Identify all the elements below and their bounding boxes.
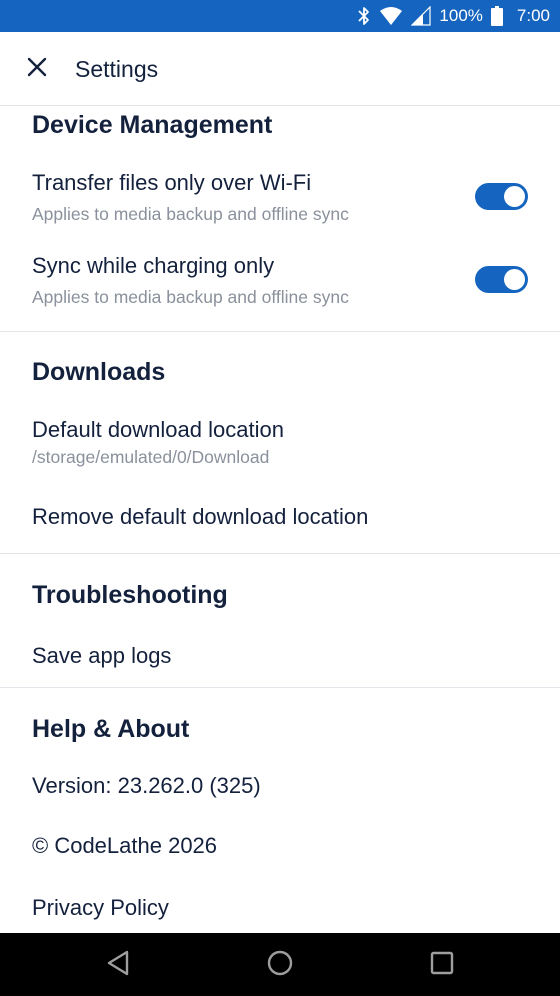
back-icon [105, 949, 131, 982]
signal-icon [411, 6, 432, 26]
setting-remove-default-location[interactable]: Remove default download location [0, 497, 560, 537]
section-header-device-management: Device Management [32, 111, 273, 139]
close-button[interactable] [16, 48, 58, 90]
setting-wifi-only[interactable]: Transfer files only over Wi-Fi Applies t… [0, 159, 560, 237]
battery-icon [490, 6, 503, 26]
setting-title: Save app logs [32, 643, 172, 668]
app-bar: Settings [0, 32, 560, 106]
setting-save-app-logs[interactable]: Save app logs [0, 636, 560, 676]
back-button[interactable] [100, 947, 136, 983]
section-header-downloads: Downloads [32, 358, 166, 386]
status-bar: 100% 7:00 [0, 0, 560, 32]
download-path: /storage/emulated/0/Download [32, 447, 270, 467]
close-icon [27, 57, 47, 82]
navigation-bar [0, 933, 560, 996]
battery-percent: 100% [439, 6, 483, 25]
version-text: Version: 23.262.0 (325) [32, 773, 261, 798]
setting-title: Sync while charging only [32, 253, 275, 278]
setting-title: Transfer files only over Wi-Fi [32, 170, 312, 195]
toggle-knob [504, 186, 525, 207]
status-icons: 100% 7:00 [357, 0, 550, 32]
toggle-knob [504, 269, 525, 290]
divider [0, 553, 560, 554]
settings-list[interactable]: Device Management Transfer files only ov… [0, 107, 560, 933]
setting-subtitle: Applies to media backup and offline sync [32, 204, 349, 224]
page-title: Settings [75, 56, 159, 82]
recents-icon [430, 951, 454, 980]
recents-button[interactable] [424, 947, 460, 983]
bluetooth-icon [357, 6, 371, 26]
home-button[interactable] [262, 947, 298, 983]
privacy-policy-link[interactable]: Privacy Policy [0, 887, 560, 931]
setting-title: Remove default download location [32, 504, 369, 529]
wifi-only-toggle[interactable] [475, 183, 528, 210]
setting-title: Default download location [32, 417, 284, 442]
section-header-help-about: Help & About [32, 715, 190, 743]
section-header-troubleshooting: Troubleshooting [32, 581, 228, 609]
setting-title: Privacy Policy [32, 895, 169, 920]
setting-charging-only[interactable]: Sync while charging only Applies to medi… [0, 242, 560, 320]
setting-subtitle: Applies to media backup and offline sync [32, 287, 349, 307]
wifi-icon [379, 6, 403, 26]
divider [0, 331, 560, 332]
clock: 7:00 [516, 6, 550, 25]
copyright-text: © CodeLathe 2026 [32, 833, 218, 858]
divider [0, 687, 560, 688]
charging-only-toggle[interactable] [475, 266, 528, 293]
home-icon [266, 949, 294, 982]
setting-default-download-location[interactable]: Default download location /storage/emula… [0, 405, 560, 475]
